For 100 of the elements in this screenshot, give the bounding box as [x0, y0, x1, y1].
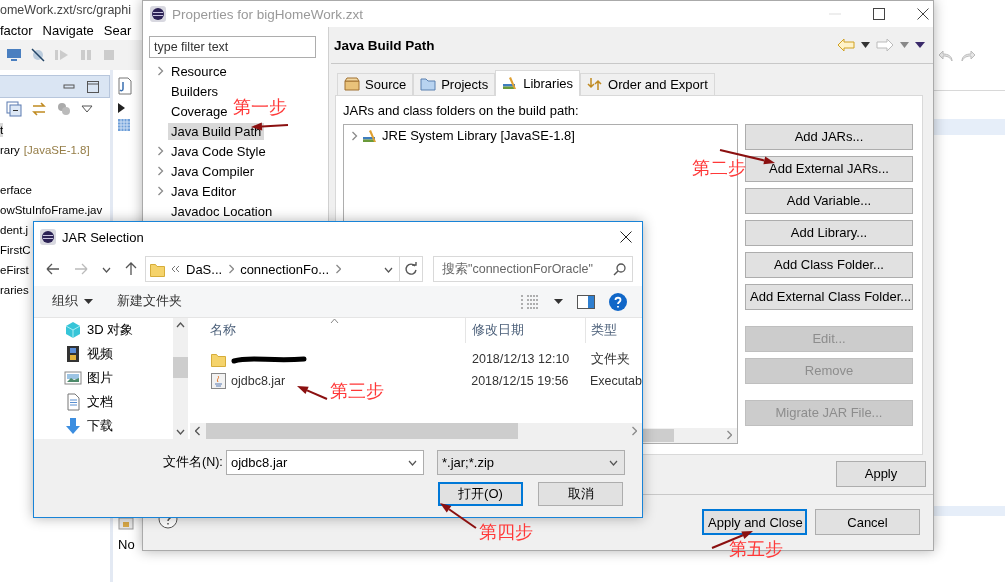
tab[interactable]: Projects — [413, 72, 496, 95]
tree-item[interactable]: Javadoc Location — [168, 202, 276, 220]
dropdown-icon[interactable] — [861, 41, 870, 49]
search-field[interactable]: 搜索"connectionForOracle" — [433, 256, 633, 282]
forward-icon[interactable] — [74, 263, 88, 275]
scroll-down-icon[interactable] — [176, 429, 185, 435]
action-button[interactable]: Add External Class Folder... — [745, 283, 913, 310]
column-header[interactable]: 名称 — [210, 322, 236, 339]
nav-item[interactable]: 文档 — [87, 393, 113, 411]
tree-item[interactable]: t — [0, 123, 4, 137]
view-menu-icon[interactable] — [915, 41, 925, 49]
back-arrow-icon[interactable] — [938, 49, 954, 63]
tree-item[interactable]: Java Compiler — [168, 162, 258, 180]
close-icon[interactable] — [917, 8, 929, 20]
list-item[interactable]: JRE System Library [JavaSE-1.8] — [382, 128, 575, 144]
tab[interactable]: Libraries — [495, 69, 581, 96]
action-button[interactable]: Add Class Folder... — [745, 251, 913, 278]
view-options-icon[interactable] — [520, 294, 540, 309]
dropdown-chevron-icon[interactable] — [384, 265, 393, 273]
forward-arrow-icon[interactable] — [876, 38, 894, 52]
tab[interactable]: Order and Export — [580, 72, 715, 95]
breadcrumb-chevron-icon[interactable] — [335, 264, 341, 274]
scrollbar-thumb[interactable] — [173, 357, 188, 378]
nav-item[interactable]: 下载 — [87, 417, 113, 435]
action-button[interactable]: Add Variable... — [745, 187, 913, 214]
scroll-left-icon[interactable] — [195, 426, 201, 436]
recent-chevron-icon[interactable] — [102, 265, 111, 273]
nav-item[interactable]: 3D 对象 — [87, 321, 134, 339]
refresh-icon[interactable] — [404, 262, 418, 276]
expand-chevron-icon[interactable] — [157, 66, 164, 76]
scroll-right-icon[interactable] — [726, 430, 732, 441]
dialog-button[interactable]: 打开(O) — [438, 482, 523, 506]
file-name[interactable]: ojdbc8.jar — [231, 374, 286, 388]
filter-icon[interactable] — [56, 101, 72, 117]
tree-item[interactable]: Builders — [168, 82, 221, 100]
link-arrows-icon[interactable] — [31, 101, 47, 117]
sort-icon[interactable] — [330, 318, 339, 324]
menu-item[interactable]: Sear — [103, 22, 132, 38]
close-icon[interactable] — [620, 231, 632, 243]
overflow-chevrons-icon[interactable] — [171, 265, 180, 273]
tree-item[interactable]: dent.j — [0, 223, 29, 237]
tree-item[interactable]: Java Editor — [168, 182, 240, 200]
maximize-icon[interactable] — [873, 8, 885, 20]
menu-item[interactable]: factor — [0, 22, 33, 38]
toolbar-button[interactable]: 新建文件夹 — [117, 293, 182, 310]
apply-button[interactable]: Apply — [836, 460, 926, 487]
console-icon[interactable] — [118, 515, 134, 531]
collapse-all-icon[interactable] — [6, 101, 22, 117]
tree-item[interactable]: rary — [0, 143, 20, 157]
tree-item[interactable]: raries — [0, 283, 29, 297]
tree-item[interactable]: owStuInfoFrame.jav — [0, 203, 103, 217]
back-icon[interactable] — [46, 263, 60, 275]
monitor-icon[interactable] — [6, 48, 22, 62]
tree-item[interactable]: Resource — [168, 62, 230, 80]
dialog-button[interactable]: Apply and Close — [702, 509, 807, 535]
up-arrow-icon[interactable] — [125, 262, 137, 276]
tree-item[interactable]: FirstC — [0, 243, 31, 257]
file-type-dropdown[interactable]: *.jar;*.zip — [437, 450, 625, 475]
dialog-button[interactable]: 取消 — [538, 482, 623, 506]
action-button[interactable]: Add External JARs... — [745, 155, 913, 182]
expand-triangle-icon[interactable] — [118, 103, 125, 113]
column-header[interactable]: 修改日期 — [472, 322, 524, 339]
scrollbar[interactable] — [173, 318, 188, 439]
dropdown-chevron-icon[interactable] — [408, 459, 417, 466]
preview-pane-icon[interactable] — [577, 294, 595, 309]
nav-item[interactable]: 图片 — [87, 369, 113, 387]
maximize-icon[interactable] — [87, 80, 99, 93]
minimize-icon[interactable] — [63, 81, 75, 92]
menu-item[interactable]: Navigate — [42, 22, 94, 38]
forward-arrow-icon[interactable] — [960, 49, 976, 63]
column-header[interactable]: 类型 — [591, 322, 617, 339]
nav-item[interactable]: 视频 — [87, 345, 113, 363]
back-arrow-icon[interactable] — [837, 38, 855, 52]
expand-chevron-icon[interactable] — [351, 130, 358, 141]
tree-item[interactable]: Java Build Path — [168, 122, 265, 140]
tree-item[interactable]: Java Code Style — [168, 142, 269, 160]
dropdown-chevron-icon[interactable] — [609, 459, 618, 466]
toolbar-button[interactable]: 组织 — [52, 293, 93, 310]
action-button[interactable]: Add Library... — [745, 219, 913, 246]
skip-breakpoints-icon[interactable] — [31, 48, 45, 62]
view-menu-icon[interactable] — [81, 105, 93, 113]
breadcrumb-item[interactable]: connectionFo... — [240, 261, 329, 277]
view-tab[interactable]: No — [118, 537, 135, 552]
dropdown-icon[interactable] — [554, 298, 563, 305]
breadcrumb-chevron-icon[interactable] — [228, 264, 235, 274]
action-button[interactable]: Add JARs... — [745, 123, 913, 150]
tree-item[interactable]: erface — [0, 183, 32, 197]
tab[interactable]: Source — [337, 72, 414, 95]
java-file-icon[interactable] — [118, 77, 132, 95]
scroll-up-icon[interactable] — [176, 322, 185, 328]
help-icon[interactable] — [609, 292, 627, 311]
dialog-button[interactable]: Cancel — [815, 509, 920, 535]
tree-item[interactable]: eFirst — [0, 263, 29, 277]
filename-field[interactable]: ojdbc8.jar — [226, 450, 424, 475]
scrollbar-thumb[interactable] — [206, 423, 518, 439]
scroll-right-icon[interactable] — [631, 426, 637, 436]
tree-item[interactable]: Coverage — [168, 102, 231, 120]
breadcrumb-item[interactable]: DaS... — [186, 261, 223, 277]
filter-field[interactable]: type filter text — [149, 36, 316, 58]
address-bar[interactable]: DaS... connectionFo... — [145, 256, 423, 282]
